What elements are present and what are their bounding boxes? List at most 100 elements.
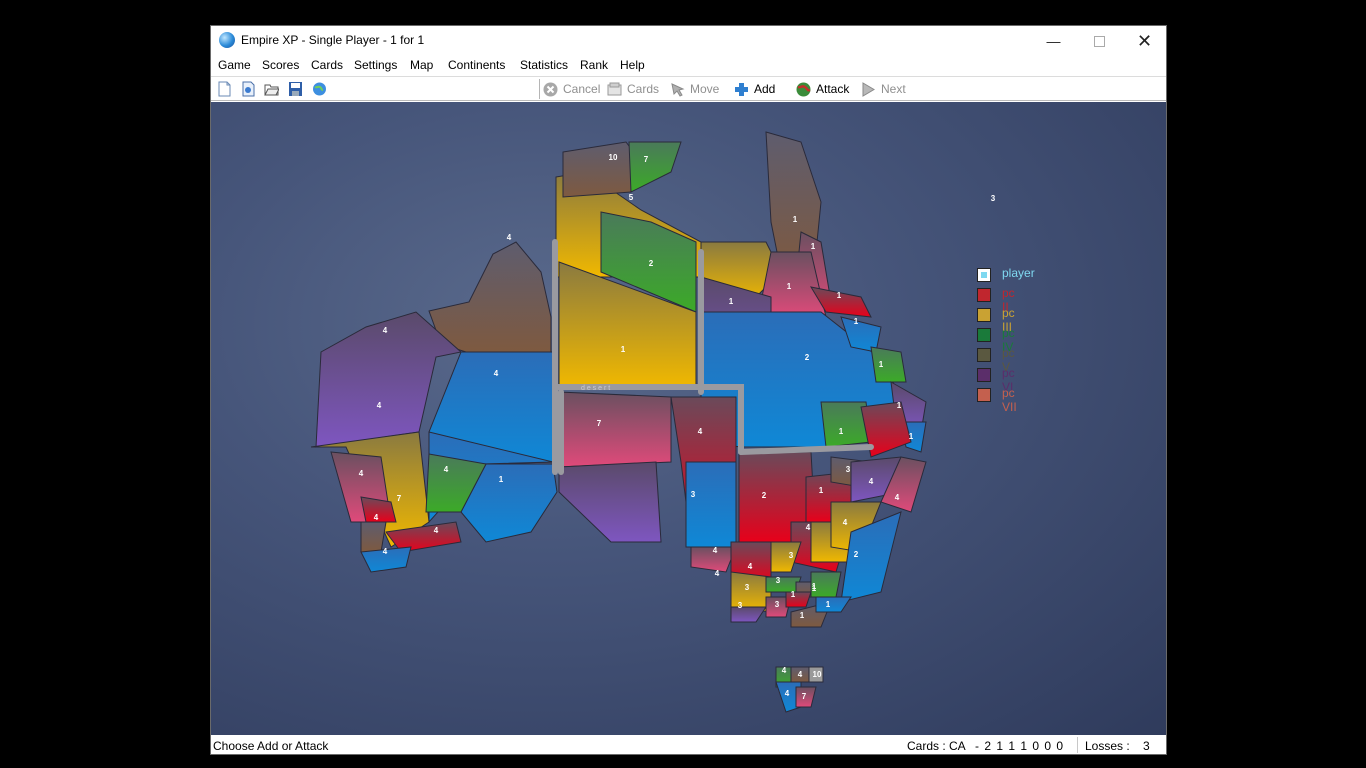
pc7-swatch [977, 388, 991, 402]
army-count: 1 [839, 427, 844, 436]
web-globe-icon[interactable] [312, 81, 327, 97]
menu-cards[interactable]: Cards [311, 58, 343, 72]
cards-label: Cards [627, 82, 660, 96]
window-title: Empire XP - Single Player - 1 for 1 [241, 33, 425, 47]
army-count: 1 [897, 401, 902, 410]
cards-button[interactable]: Cards [607, 81, 659, 97]
army-count: 10 [813, 670, 822, 679]
status-bar: Choose Add or Attack Cards : CA - 2 1 1 … [211, 736, 1166, 754]
army-count: 4 [383, 547, 388, 556]
globe-icon [219, 32, 235, 48]
army-count: 4 [715, 569, 720, 578]
pc4-swatch [977, 328, 991, 342]
army-count: 1 [909, 432, 914, 441]
losses-label: Losses : [1085, 739, 1130, 753]
cancel-button[interactable]: Cancel [543, 81, 600, 97]
australia-map[interactable]: d e s e r t 10 75421111114412114114744174… [211, 102, 1166, 735]
status-message: Choose Add or Attack [213, 739, 329, 753]
army-count: 4 [359, 469, 364, 478]
new-document-icon[interactable] [217, 81, 232, 97]
army-count: 3 [745, 583, 750, 592]
army-count: 7 [597, 419, 602, 428]
menu-continents[interactable]: Continents [448, 58, 505, 72]
army-count: 1 [787, 282, 792, 291]
maximize-button[interactable] [1077, 26, 1122, 56]
losses-value: 3 [1143, 739, 1150, 753]
attack-label: Attack [816, 82, 850, 96]
cards-status-label: Cards : CA [907, 739, 966, 753]
army-count: 3 [846, 465, 851, 474]
attack-button[interactable]: Attack [796, 81, 849, 97]
army-count: 1 [837, 291, 842, 300]
territory-east-gippsland [815, 596, 852, 613]
toolbar: Cancel Cards Move Add Attack Next [211, 76, 1166, 101]
army-count: 2 [854, 550, 859, 559]
army-count: 5 [629, 193, 634, 202]
army-count: 4 [377, 401, 382, 410]
army-count: 7 [802, 692, 807, 701]
add-button[interactable]: Add [734, 81, 775, 97]
territories[interactable] [310, 131, 927, 713]
army-count: 4 [374, 513, 379, 522]
app-window: Empire XP - Single Player - 1 for 1 — ✕ … [210, 25, 1167, 755]
army-count: 4 [434, 526, 439, 535]
title-bar: Empire XP - Single Player - 1 for 1 — ✕ [211, 26, 1166, 56]
army-count: 3 [738, 601, 743, 610]
move-icon [671, 82, 685, 97]
plus-icon [735, 82, 748, 96]
menu-map[interactable]: Map [410, 58, 433, 72]
move-label: Move [690, 82, 720, 96]
folder-open-icon[interactable] [264, 81, 279, 97]
army-count: 3 [776, 576, 781, 585]
save-icon[interactable] [288, 81, 303, 97]
army-count: 4 [798, 670, 803, 679]
army-count: 4 [713, 546, 718, 555]
army-count: 1 [812, 584, 817, 593]
minimize-button[interactable]: — [1031, 26, 1076, 56]
territory-gove [628, 141, 682, 193]
territory-western-vic [730, 606, 767, 623]
army-count: 4 [869, 477, 874, 486]
army-count: 1 [800, 611, 805, 620]
army-count: 4 [383, 326, 388, 335]
menu-bar: Game Scores Cards Settings Map Continent… [211, 56, 1166, 76]
pc3-swatch [977, 308, 991, 322]
menu-help[interactable]: Help [620, 58, 645, 72]
pc5-swatch [977, 348, 991, 362]
army-count: 1 [793, 215, 798, 224]
menu-scores[interactable]: Scores [262, 58, 299, 72]
open-game-icon[interactable] [241, 81, 256, 97]
minimize-icon: — [1046, 33, 1061, 49]
army-count: 2 [762, 491, 767, 500]
army-count: 3 [991, 194, 996, 203]
next-button[interactable]: Next [861, 81, 906, 97]
cards-icon [607, 82, 622, 95]
menu-statistics[interactable]: Statistics [520, 58, 568, 72]
pc6-swatch [977, 368, 991, 382]
cancel-icon [543, 82, 558, 96]
move-button[interactable]: Move [670, 81, 719, 97]
menu-settings[interactable]: Settings [354, 58, 397, 72]
territory-spencer [685, 461, 737, 548]
close-button[interactable]: ✕ [1122, 26, 1167, 56]
menu-rank[interactable]: Rank [580, 58, 608, 72]
army-count: 4 [806, 523, 811, 532]
army-count: 3 [775, 600, 780, 609]
territory-nullarbor-sa [558, 461, 662, 543]
territory-great-victoria [558, 391, 672, 468]
army-count: 4 [785, 689, 790, 698]
game-map[interactable]: d e s e r t 10 7 5 4 2 1 1 1 1 1 1 4 4 1 2 1 1 4 1 1 4 7 4 4 1 7 4… [211, 102, 1166, 735]
territory-bundaberg [870, 346, 907, 383]
army-count: 1 [621, 345, 626, 354]
army-count: 4 [444, 465, 449, 474]
maximize-icon [1094, 35, 1105, 47]
desert-label: d e s e r t [581, 385, 610, 392]
army-count: 7 [644, 155, 649, 164]
cancel-label: Cancel [563, 82, 601, 96]
army-count: 3 [691, 490, 696, 499]
army-count: 7 [397, 494, 402, 503]
menu-game[interactable]: Game [218, 58, 251, 72]
army-count: 1 [811, 242, 816, 251]
army-count: 10 [609, 153, 618, 162]
army-count: 4 [782, 666, 787, 675]
